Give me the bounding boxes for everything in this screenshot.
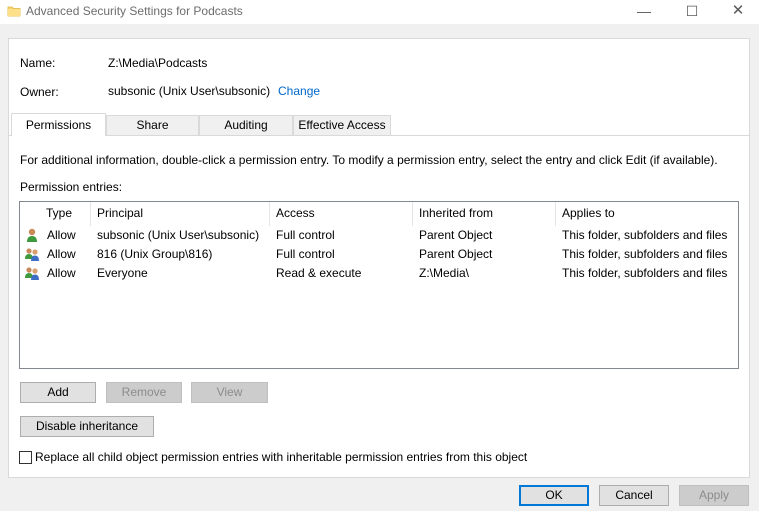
tab-effective-access[interactable]: Effective Access <box>293 115 391 135</box>
row-applies-to: This folder, subfolders and files <box>562 266 728 280</box>
row-access: Full control <box>276 247 335 261</box>
close-icon: ✕ <box>731 2 745 19</box>
folder-icon <box>7 6 21 17</box>
tab-share[interactable]: Share <box>106 115 199 135</box>
table-row[interactable]: Allow Everyone Read & execute Z:\Media\ … <box>20 264 738 283</box>
minimize-icon: — <box>637 3 651 19</box>
row-inherited-from: Z:\Media\ <box>419 266 470 280</box>
maximize-button[interactable]: ☐ <box>669 0 715 24</box>
cancel-button[interactable]: Cancel <box>599 485 669 506</box>
minimize-button[interactable]: — <box>621 0 667 24</box>
name-value: Z:\Media\Podcasts <box>108 56 208 70</box>
owner-label: Owner: <box>20 85 59 99</box>
column-header-inherited-from[interactable]: Inherited from <box>413 202 556 226</box>
apply-button[interactable]: Apply <box>679 485 749 506</box>
row-type: Allow <box>47 266 76 280</box>
remove-button[interactable]: Remove <box>106 382 182 403</box>
permissions-description: For additional information, double-click… <box>20 153 718 167</box>
row-principal: 816 (Unix Group\816) <box>97 247 213 261</box>
ok-button[interactable]: OK <box>519 485 589 506</box>
row-inherited-from: Parent Object <box>419 247 493 261</box>
owner-value: subsonic (Unix User\subsonic) <box>108 84 271 98</box>
row-type: Allow <box>47 247 76 261</box>
tab-auditing[interactable]: Auditing <box>199 115 293 135</box>
permission-entries-list[interactable]: Type Principal Access Inherited from App… <box>19 201 739 369</box>
group-users-icon <box>25 267 39 280</box>
row-principal: subsonic (Unix User\subsonic) <box>97 228 260 242</box>
column-header-access[interactable]: Access <box>270 202 413 226</box>
add-button[interactable]: Add <box>20 382 96 403</box>
replace-child-permissions-checkbox[interactable] <box>19 451 32 464</box>
column-header-applies-to[interactable]: Applies to <box>556 202 738 226</box>
row-applies-to: This folder, subfolders and files <box>562 228 728 242</box>
replace-child-permissions-label: Replace all child object permission entr… <box>35 450 528 464</box>
title-bar: Advanced Security Settings for Podcasts … <box>0 0 759 24</box>
maximize-icon: ☐ <box>685 3 699 19</box>
table-row[interactable]: Allow 816 (Unix Group\816) Full control … <box>20 245 738 264</box>
close-button[interactable]: ✕ <box>715 0 759 24</box>
row-inherited-from: Parent Object <box>419 228 493 242</box>
row-applies-to: This folder, subfolders and files <box>562 247 728 261</box>
tab-divider <box>9 135 749 136</box>
column-header-type[interactable]: Type <box>40 202 91 226</box>
tab-permissions[interactable]: Permissions <box>11 113 106 136</box>
single-user-icon <box>27 228 37 242</box>
row-type: Allow <box>47 228 76 242</box>
window-title: Advanced Security Settings for Podcasts <box>26 4 243 18</box>
group-users-icon <box>25 248 39 261</box>
settings-panel: Name: Z:\Media\Podcasts Owner: subsonic … <box>8 38 750 478</box>
view-button[interactable]: View <box>191 382 268 403</box>
name-label: Name: <box>20 56 56 70</box>
disable-inheritance-button[interactable]: Disable inheritance <box>20 416 154 437</box>
column-header-principal[interactable]: Principal <box>91 202 270 226</box>
change-owner-link[interactable]: Change <box>278 84 320 98</box>
permission-entries-label: Permission entries: <box>20 180 123 194</box>
row-access: Full control <box>276 228 335 242</box>
table-row[interactable]: Allow subsonic (Unix User\subsonic) Full… <box>20 226 738 245</box>
row-access: Read & execute <box>276 266 362 280</box>
row-principal: Everyone <box>97 266 148 280</box>
